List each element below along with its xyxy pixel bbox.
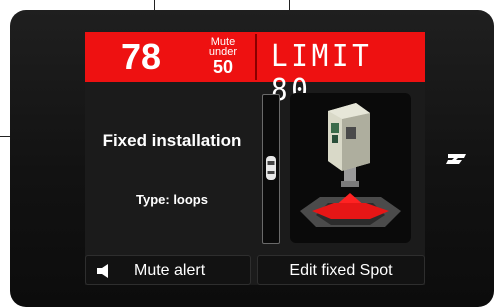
current-speed: 78 bbox=[121, 36, 162, 77]
brand-logo-icon bbox=[446, 154, 466, 164]
car-icon bbox=[266, 156, 276, 180]
mute-under-label: Mute under bbox=[208, 36, 238, 58]
mute-under-indicator: Mute under 50 bbox=[203, 36, 243, 77]
mute-under-value: 50 bbox=[212, 57, 234, 77]
alert-title: Fixed installation bbox=[102, 131, 242, 150]
edit-fixed-spot-label: Edit fixed Spot bbox=[289, 262, 393, 279]
speed-bar: 78 Mute under 50 LIMIT 80 bbox=[85, 32, 425, 108]
distance-track bbox=[262, 94, 280, 244]
direction-arrow-icon bbox=[300, 193, 401, 227]
edit-fixed-spot-button[interactable]: Edit fixed Spot bbox=[257, 255, 425, 285]
speaker-icon bbox=[97, 264, 108, 278]
current-speed-panel: 78 Mute under 50 bbox=[85, 32, 255, 82]
mute-alert-button[interactable]: Mute alert bbox=[85, 255, 251, 285]
alert-type: Type: loops bbox=[136, 192, 208, 207]
camera-illustration bbox=[290, 93, 411, 243]
bar-divider bbox=[255, 34, 257, 80]
mute-alert-label: Mute alert bbox=[134, 262, 206, 279]
